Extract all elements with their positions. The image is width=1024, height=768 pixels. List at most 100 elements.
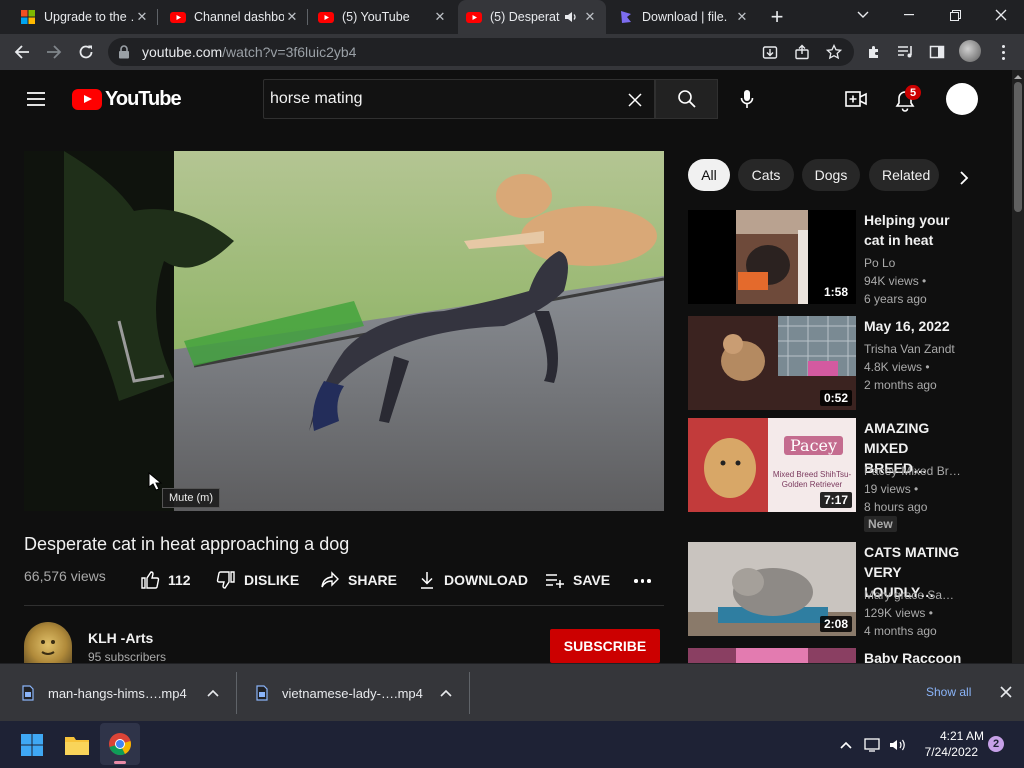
extensions-icon[interactable]	[866, 44, 882, 60]
downloads-bar: man-hangs-hims….mp4 vietnamese-lady-….mp…	[0, 663, 1024, 721]
share-arrow-icon	[321, 571, 339, 588]
chrome-taskbar-button[interactable]	[100, 723, 140, 765]
create-video-icon[interactable]	[845, 90, 867, 108]
minimize-button[interactable]	[886, 0, 932, 30]
url-host: youtube.com	[142, 44, 223, 60]
profile-avatar[interactable]	[959, 40, 981, 62]
save-button[interactable]: SAVE	[545, 570, 610, 590]
forward-button[interactable]	[40, 38, 68, 66]
search-button[interactable]	[655, 79, 718, 119]
channel-avatar[interactable]	[24, 622, 72, 663]
youtube-icon	[318, 12, 334, 23]
recommendation-item[interactable]: 2:08 CATS MATING VERY LOUDLY… Mary grace…	[688, 542, 988, 642]
chevron-up-icon[interactable]	[207, 689, 219, 697]
like-button[interactable]: 112	[140, 570, 191, 590]
address-bar[interactable]: youtube.com/watch?v=3f6luic2yb4	[108, 38, 854, 66]
close-window-button[interactable]	[978, 0, 1024, 30]
download-item[interactable]: vietnamese-lady-….mp4	[256, 664, 468, 722]
video-thumbnail[interactable]: 1:58	[688, 210, 856, 304]
new-tab-button[interactable]: +	[764, 4, 790, 30]
show-all-link[interactable]: Show all	[926, 685, 971, 699]
recommendation-channel[interactable]: Po Lo	[864, 254, 964, 272]
file-explorer-icon[interactable]	[64, 734, 90, 756]
download-item[interactable]: man-hangs-hims….mp4	[22, 664, 234, 722]
clock-time[interactable]: 4:21 AM	[918, 729, 984, 743]
tab-title: (5) Desperat	[490, 10, 560, 24]
video-thumbnail[interactable]: 0:52	[688, 316, 856, 410]
more-actions-icon[interactable]	[634, 579, 651, 583]
voice-search-button[interactable]	[728, 79, 766, 119]
search-input[interactable]: horse mating	[263, 79, 655, 119]
video-thumbnail[interactable]: 2:08	[688, 542, 856, 636]
bookmark-star-icon[interactable]	[826, 44, 842, 60]
close-icon[interactable]: ✕	[284, 9, 300, 25]
clear-search-icon[interactable]	[628, 93, 642, 107]
recommendation-channel[interactable]: Pacey-Mixed Bre…	[864, 462, 964, 480]
save-playlist-icon	[546, 574, 564, 588]
recommendation-title[interactable]: May 16, 2022	[864, 316, 964, 336]
volume-icon[interactable]	[889, 737, 907, 753]
download-filename: man-hangs-hims….mp4	[48, 685, 187, 701]
close-icon[interactable]: ✕	[734, 9, 750, 25]
clock-date[interactable]: 7/24/2022	[912, 745, 978, 759]
lock-icon[interactable]	[118, 45, 130, 59]
restore-button[interactable]	[932, 0, 978, 30]
recommendation-item[interactable]: 1:58 Helping your cat in heat Po Lo 94K …	[688, 210, 988, 310]
download-site-icon	[621, 11, 631, 23]
install-app-icon[interactable]	[762, 44, 778, 60]
browser-tab-strip: Upgrade to the … ✕ Channel dashbo ✕ (5) …	[0, 0, 1024, 34]
notification-center-badge[interactable]: 2	[988, 736, 1004, 752]
tab-desperate-cat[interactable]: (5) Desperat ✕	[458, 0, 606, 34]
close-downloads-icon[interactable]	[1000, 686, 1012, 698]
show-hidden-icons-chevron[interactable]	[840, 741, 852, 749]
download-button[interactable]: DOWNLOAD	[418, 570, 528, 590]
notifications-button[interactable]: 5	[892, 85, 921, 112]
chip-all[interactable]: All	[688, 159, 730, 191]
channel-name[interactable]: KLH -Arts	[88, 630, 153, 646]
start-icon[interactable]	[20, 733, 44, 757]
dislike-button[interactable]: DISLIKE	[216, 570, 299, 590]
scrollbar-thumb[interactable]	[1014, 82, 1022, 212]
network-icon[interactable]	[864, 737, 882, 753]
recommendation-title[interactable]: Helping your cat in heat	[864, 210, 964, 250]
video-thumbnail[interactable]: Pacey Mixed Breed ShihTsu-Golden Retriev…	[688, 418, 856, 512]
file-icon	[256, 685, 268, 701]
share-button[interactable]: SHARE	[320, 570, 397, 590]
video-thumbnail[interactable]	[688, 648, 856, 663]
chip-cats[interactable]: Cats	[738, 159, 794, 191]
download-separator	[469, 672, 470, 714]
tab-channel-dashboard[interactable]: Channel dashbo ✕	[162, 0, 308, 34]
hamburger-menu-icon[interactable]	[26, 91, 46, 107]
youtube-logo[interactable]: YouTube	[72, 88, 182, 111]
close-icon[interactable]: ✕	[134, 9, 150, 25]
close-icon[interactable]: ✕	[582, 9, 598, 25]
tab-download-site[interactable]: Download | file. ✕	[610, 0, 758, 34]
chip-dogs[interactable]: Dogs	[802, 159, 860, 191]
media-control-icon[interactable]	[897, 44, 915, 60]
speaker-icon[interactable]	[564, 10, 578, 24]
recommendation-item[interactable]: 0:52 May 16, 2022 Trisha Van Zandt 4.8K …	[688, 316, 988, 416]
scrollbar[interactable]	[1012, 70, 1024, 663]
side-panel-icon[interactable]	[929, 44, 945, 60]
chevron-up-icon[interactable]	[440, 689, 452, 697]
reload-button[interactable]	[72, 38, 100, 66]
back-button[interactable]	[8, 38, 36, 66]
video-duration: 1:58	[819, 284, 852, 300]
account-avatar[interactable]	[946, 83, 978, 115]
tab-search-chevron-icon[interactable]	[840, 0, 886, 30]
subscribe-button[interactable]: SUBSCRIBE	[550, 629, 660, 663]
recommendation-title[interactable]: Baby Raccoon	[864, 648, 964, 663]
recommendation-channel[interactable]: Mary grace Sam…	[864, 586, 964, 604]
video-player[interactable]: Mute (m)	[24, 151, 664, 511]
recommendation-item[interactable]: Pacey Mixed Breed ShihTsu-Golden Retriev…	[688, 418, 988, 538]
chrome-menu-icon[interactable]	[993, 40, 1013, 64]
tab-upgrade[interactable]: Upgrade to the … ✕	[12, 0, 158, 34]
recommendation-channel[interactable]: Trisha Van Zandt	[864, 340, 964, 358]
recommendation-item[interactable]: Baby Raccoon	[688, 648, 988, 663]
share-icon[interactable]	[794, 44, 810, 60]
video-actions-row: 66,576 views 112 DISLIKE SHARE DOWNLOAD …	[24, 566, 664, 594]
chevron-right-icon[interactable]	[959, 171, 969, 185]
tab-youtube[interactable]: (5) YouTube ✕	[310, 0, 456, 34]
close-icon[interactable]: ✕	[432, 9, 448, 25]
chip-related[interactable]: Related	[869, 159, 939, 191]
